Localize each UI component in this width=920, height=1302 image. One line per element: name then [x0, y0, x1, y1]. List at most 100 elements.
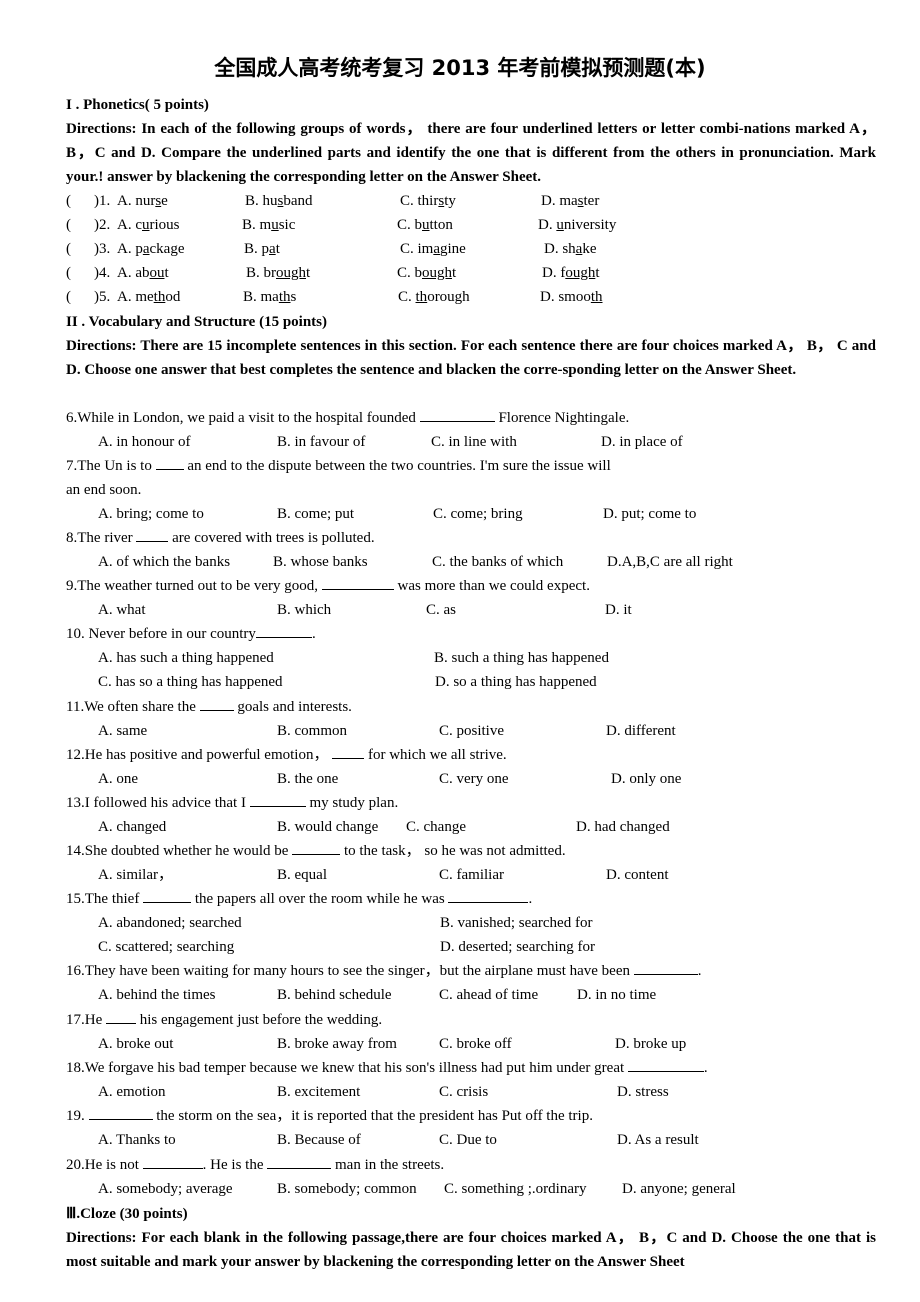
answer-option[interactable]: C. change [406, 815, 466, 839]
phonetic-option[interactable]: D. smooth [540, 285, 603, 309]
answer-paren[interactable]: ( [66, 285, 71, 309]
answer-option[interactable]: D. put; come to [603, 502, 696, 526]
answer-paren[interactable]: ( [66, 261, 71, 285]
answer-option[interactable]: C. the banks of which [432, 550, 563, 574]
answer-option[interactable]: C. scattered; searching [98, 935, 234, 959]
answer-option[interactable]: A. in honour of [98, 430, 191, 454]
answer-option[interactable]: A. has such a thing happened [98, 646, 274, 670]
answer-blank[interactable] [143, 890, 192, 903]
answer-paren[interactable]: ( [66, 189, 71, 213]
answer-option[interactable]: C. very one [439, 767, 509, 791]
answer-option[interactable]: D. in place of [601, 430, 683, 454]
answer-blank[interactable] [136, 529, 169, 542]
phonetic-option[interactable]: A. nurse [117, 189, 168, 213]
answer-option[interactable]: B. vanished; searched for [440, 911, 592, 935]
answer-option[interactable]: D. deserted; searching for [440, 935, 595, 959]
phonetic-option[interactable]: B. maths [243, 285, 296, 309]
answer-paren[interactable]: ( [66, 213, 71, 237]
answer-option[interactable]: A. what [98, 598, 146, 622]
answer-option[interactable]: D. different [606, 719, 676, 743]
answer-option[interactable]: A. bring; come to [98, 502, 204, 526]
phonetic-option[interactable]: B. pat [244, 237, 280, 261]
answer-option[interactable]: A. somebody; average [98, 1177, 233, 1201]
answer-option[interactable]: B. come; put [277, 502, 354, 526]
answer-option[interactable]: A. changed [98, 815, 166, 839]
answer-option[interactable]: D. it [605, 598, 632, 622]
answer-option[interactable]: D. content [606, 863, 668, 887]
answer-option[interactable]: A. emotion [98, 1080, 166, 1104]
answer-option[interactable]: B. such a thing has happened [434, 646, 609, 670]
answer-blank[interactable] [633, 962, 698, 975]
answer-blank[interactable] [419, 409, 495, 422]
answer-option[interactable]: D. had changed [576, 815, 670, 839]
phonetic-option[interactable]: A. package [117, 237, 185, 261]
answer-option[interactable]: C. come; bring [433, 502, 523, 526]
phonetic-option[interactable]: C. bought [397, 261, 456, 285]
answer-option[interactable]: B. the one [277, 767, 338, 791]
answer-option[interactable]: A. of which the banks [98, 550, 230, 574]
answer-blank[interactable] [199, 698, 234, 711]
answer-option[interactable]: D. in no time [577, 983, 656, 1007]
answer-option[interactable]: C. in line with [431, 430, 517, 454]
answer-option[interactable]: C. positive [439, 719, 504, 743]
answer-option[interactable]: C. as [426, 598, 456, 622]
phonetic-option[interactable]: D. fought [542, 261, 600, 285]
answer-option[interactable]: C. familiar [439, 863, 504, 887]
phonetic-option[interactable]: B. music [242, 213, 295, 237]
phonetic-option[interactable]: B. husband [245, 189, 313, 213]
phonetic-option[interactable]: B. brought [246, 261, 310, 285]
answer-option[interactable]: A. abandoned; searched [98, 911, 242, 935]
answer-blank[interactable] [332, 746, 365, 759]
answer-option[interactable]: B. in favour of [277, 430, 365, 454]
phonetic-option[interactable]: D. university [538, 213, 616, 237]
phonetic-option[interactable]: C. thorough [398, 285, 470, 309]
answer-option[interactable]: C. Due to [439, 1128, 497, 1152]
phonetic-option[interactable]: A. curious [117, 213, 180, 237]
answer-blank[interactable] [106, 1011, 136, 1024]
answer-blank[interactable] [155, 457, 184, 470]
answer-option[interactable]: B. broke away from [277, 1032, 397, 1056]
answer-paren[interactable]: ( [66, 237, 71, 261]
answer-option[interactable]: C. something ;.ordinary [444, 1177, 587, 1201]
phonetic-option[interactable]: A. about [117, 261, 169, 285]
answer-option[interactable]: A. one [98, 767, 138, 791]
phonetic-option[interactable]: C. button [397, 213, 453, 237]
answer-option[interactable]: A. same [98, 719, 147, 743]
answer-blank[interactable] [267, 1156, 332, 1169]
answer-option[interactable]: B. excitement [277, 1080, 360, 1104]
answer-blank[interactable] [448, 890, 529, 903]
answer-option[interactable]: D. only one [611, 767, 681, 791]
answer-option[interactable]: D. so a thing has happened [435, 670, 597, 694]
answer-option[interactable]: B. Because of [277, 1128, 361, 1152]
answer-option[interactable]: D. stress [617, 1080, 669, 1104]
answer-blank[interactable] [142, 1156, 203, 1169]
answer-option[interactable]: D.A,B,C are all right [607, 550, 733, 574]
answer-option[interactable]: A. similar， [98, 863, 173, 887]
answer-blank[interactable] [249, 794, 306, 807]
answer-option[interactable]: B. would change [277, 815, 378, 839]
answer-option[interactable]: B. which [277, 598, 331, 622]
answer-blank[interactable] [321, 577, 394, 590]
answer-option[interactable]: C. crisis [439, 1080, 488, 1104]
answer-option[interactable]: D. broke up [615, 1032, 686, 1056]
answer-option[interactable]: A. broke out [98, 1032, 173, 1056]
answer-option[interactable]: C. has so a thing has happened [98, 670, 283, 694]
answer-option[interactable]: B. equal [277, 863, 327, 887]
phonetic-option[interactable]: C. thirsty [400, 189, 456, 213]
answer-option[interactable]: B. somebody; common [277, 1177, 417, 1201]
answer-option[interactable]: B. common [277, 719, 347, 743]
phonetic-option[interactable]: D. master [541, 189, 599, 213]
answer-blank[interactable] [255, 625, 312, 638]
answer-option[interactable]: C. broke off [439, 1032, 512, 1056]
phonetic-option[interactable]: C. imagine [400, 237, 466, 261]
phonetic-option[interactable]: A. method [117, 285, 180, 309]
answer-blank[interactable] [88, 1107, 153, 1120]
answer-option[interactable]: D. anyone; general [622, 1177, 736, 1201]
answer-option[interactable]: C. ahead of time [439, 983, 538, 1007]
answer-blank[interactable] [627, 1059, 704, 1072]
phonetic-option[interactable]: D. shake [544, 237, 597, 261]
answer-option[interactable]: D. As a result [617, 1128, 699, 1152]
answer-option[interactable]: A. Thanks to [98, 1128, 176, 1152]
answer-option[interactable]: B. whose banks [273, 550, 368, 574]
answer-blank[interactable] [292, 842, 341, 855]
